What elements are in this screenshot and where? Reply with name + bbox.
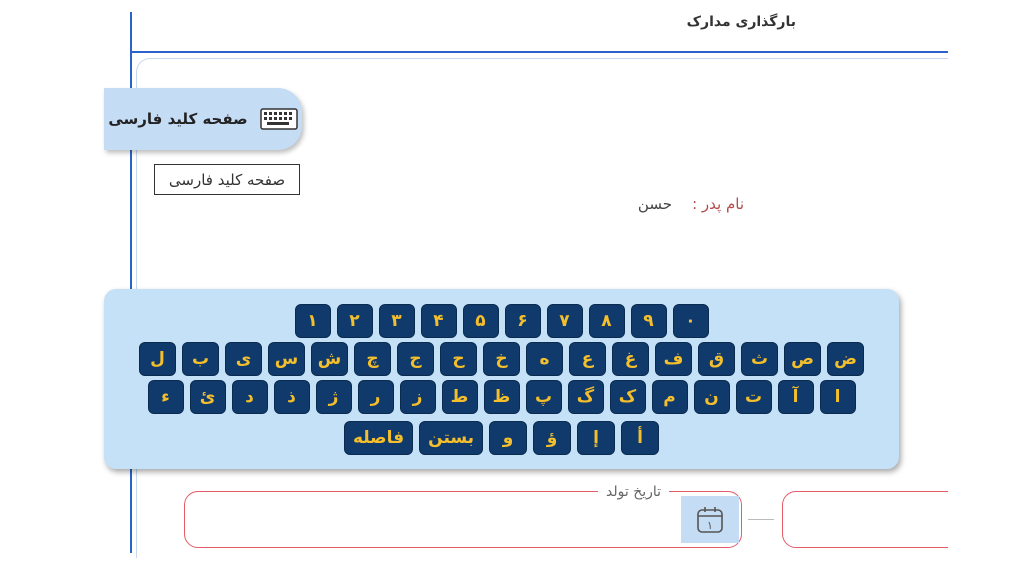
keyboard-row-letters-2: ءئدذژرزطظپگکمنتآا xyxy=(104,380,899,414)
key-row4-4[interactable]: بستن xyxy=(419,421,484,455)
key-row3-5[interactable]: ک xyxy=(609,380,646,414)
key-row2-15[interactable]: ب xyxy=(182,342,219,376)
key-row2-16[interactable]: ل xyxy=(139,342,176,376)
key-row3-0[interactable]: ا xyxy=(819,380,856,414)
key-row3-2[interactable]: ت xyxy=(735,380,772,414)
header-divider xyxy=(131,51,948,53)
page-right-edge xyxy=(948,0,1024,563)
key-row1-2[interactable]: ۳ xyxy=(378,304,415,338)
key-row2-10[interactable]: ج xyxy=(397,342,434,376)
key-row4-5[interactable]: فاصله xyxy=(343,421,414,455)
key-row3-11[interactable]: ر xyxy=(357,380,394,414)
key-row2-6[interactable]: ع xyxy=(569,342,606,376)
date-separator xyxy=(748,519,774,520)
key-row3-15[interactable]: ئ xyxy=(189,380,226,414)
key-row1-1[interactable]: ۲ xyxy=(336,304,373,338)
key-row2-1[interactable]: ص xyxy=(784,342,821,376)
keyboard-toggle-label: صفحه کلید فارسی xyxy=(108,110,248,128)
key-row2-12[interactable]: ش xyxy=(311,342,348,376)
key-row3-4[interactable]: م xyxy=(651,380,688,414)
calendar-button[interactable]: ۱ xyxy=(681,496,739,543)
key-row1-3[interactable]: ۴ xyxy=(420,304,457,338)
key-row2-14[interactable]: ی xyxy=(225,342,262,376)
calendar-icon: ۱ xyxy=(697,506,723,533)
key-row2-7[interactable]: ه xyxy=(526,342,563,376)
key-row4-2[interactable]: ؤ xyxy=(533,421,572,455)
key-row2-4[interactable]: ف xyxy=(655,342,692,376)
page-title: بارگذاری مدارک xyxy=(686,14,796,30)
second-date-field[interactable] xyxy=(782,491,962,548)
keyboard-row-digits: ۱۲۳۴۵۶۷۸۹۰ xyxy=(104,304,899,338)
key-row4-0[interactable]: أ xyxy=(621,421,660,455)
key-row3-16[interactable]: ء xyxy=(147,380,184,414)
keyboard-row-extra: فاصله بستن و ؤ إ أ xyxy=(104,421,899,455)
key-row1-4[interactable]: ۵ xyxy=(462,304,499,338)
key-row1-6[interactable]: ۷ xyxy=(546,304,583,338)
key-row4-1[interactable]: إ xyxy=(577,421,616,455)
key-row3-12[interactable]: ژ xyxy=(315,380,352,414)
keyboard-row-letters-1: لبیسشچجحخهعغفقثصض xyxy=(104,342,899,376)
key-row2-0[interactable]: ض xyxy=(827,342,864,376)
key-row2-3[interactable]: ق xyxy=(698,342,735,376)
persian-virtual-keyboard: ۱۲۳۴۵۶۷۸۹۰ لبیسشچجحخهعغفقثصض ءئدذژرزطظپگ… xyxy=(104,289,899,469)
keyboard-tooltip: صفحه کلید فارسی xyxy=(154,164,300,195)
father-name-label: نام پدر : xyxy=(692,195,744,213)
key-row2-9[interactable]: ح xyxy=(440,342,477,376)
key-row3-8[interactable]: ظ xyxy=(483,380,520,414)
calendar-icon-digit: ۱ xyxy=(707,519,713,532)
persian-keyboard-toggle-button[interactable]: صفحه کلید فارسی xyxy=(104,88,302,150)
key-row4-3[interactable]: و xyxy=(489,421,528,455)
key-row2-13[interactable]: س xyxy=(268,342,305,376)
key-row3-13[interactable]: ذ xyxy=(273,380,310,414)
key-row3-3[interactable]: ن xyxy=(693,380,730,414)
key-row3-1[interactable]: آ xyxy=(777,380,814,414)
birth-date-label: تاریخ تولد xyxy=(598,484,670,500)
key-row3-14[interactable]: د xyxy=(231,380,268,414)
father-name-value: حسن xyxy=(637,195,672,213)
key-row2-8[interactable]: خ xyxy=(483,342,520,376)
key-row3-9[interactable]: ط xyxy=(441,380,478,414)
key-row1-5[interactable]: ۶ xyxy=(504,304,541,338)
key-row2-11[interactable]: چ xyxy=(354,342,391,376)
key-row3-6[interactable]: گ xyxy=(567,380,604,414)
key-row1-9[interactable]: ۰ xyxy=(672,304,709,338)
key-row1-0[interactable]: ۱ xyxy=(294,304,331,338)
key-row2-5[interactable]: غ xyxy=(612,342,649,376)
key-row3-7[interactable]: پ xyxy=(525,380,562,414)
key-row1-7[interactable]: ۸ xyxy=(588,304,625,338)
key-row1-8[interactable]: ۹ xyxy=(630,304,667,338)
key-row2-2[interactable]: ث xyxy=(741,342,778,376)
key-row3-10[interactable]: ز xyxy=(399,380,436,414)
keyboard-icon xyxy=(259,108,298,130)
